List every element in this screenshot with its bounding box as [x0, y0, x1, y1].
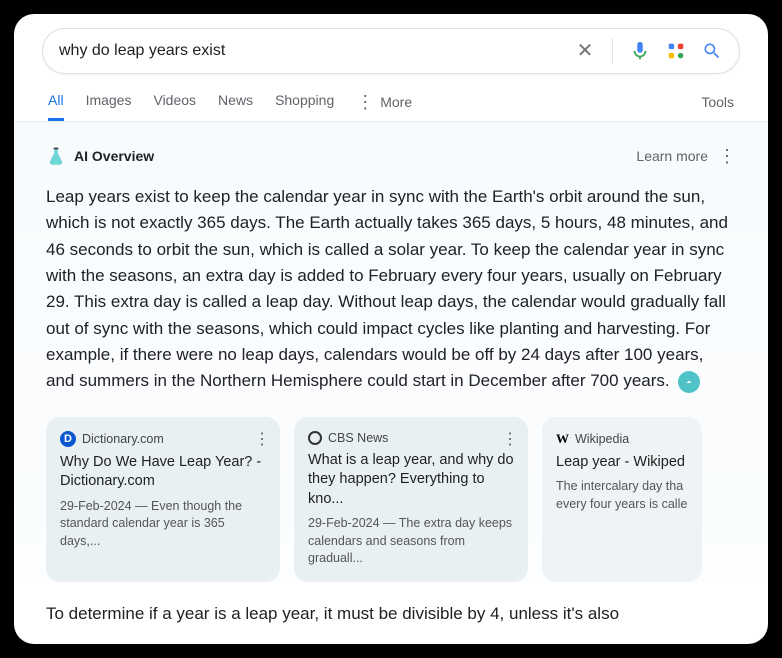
ai-body: Leap years exist to keep the calendar ye… — [46, 187, 728, 390]
mic-icon[interactable] — [629, 40, 651, 62]
search-input[interactable] — [59, 42, 574, 60]
tabs-row: All Images Videos News Shopping ⋮ More T… — [14, 92, 768, 122]
card-source: Dictionary.com — [82, 432, 164, 446]
kebab-icon: ⋮ — [356, 93, 374, 111]
search-bar[interactable]: ✕ — [42, 28, 740, 74]
favicon-icon: W — [556, 431, 569, 447]
tab-shopping[interactable]: Shopping — [275, 92, 334, 121]
ai-overview-text: Leap years exist to keep the calendar ye… — [46, 184, 736, 395]
tab-images[interactable]: Images — [86, 92, 132, 121]
card-title: Why Do We Have Leap Year? - Dictionary.c… — [60, 453, 266, 492]
ai-overview-title: AI Overview — [74, 148, 154, 164]
source-card[interactable]: CBS News ⋮ What is a leap year, and why … — [294, 417, 528, 582]
ai-overview-block: AI Overview Learn more ⋮ Leap years exis… — [14, 122, 768, 582]
kebab-icon[interactable]: ⋮ — [502, 429, 518, 449]
source-cards: D Dictionary.com ⋮ Why Do We Have Leap Y… — [46, 417, 736, 582]
favicon-icon: D — [60, 431, 76, 447]
card-title: Leap year - Wikiped — [556, 453, 688, 473]
clear-icon[interactable]: ✕ — [574, 40, 596, 62]
tab-news[interactable]: News — [218, 92, 253, 121]
collapse-button[interactable] — [678, 371, 700, 393]
tab-videos[interactable]: Videos — [153, 92, 196, 121]
card-title: What is a leap year, and why do they hap… — [308, 451, 514, 510]
card-snippet: 29-Feb-2024 — The extra day keeps calend… — [308, 515, 514, 568]
flask-icon — [46, 146, 66, 166]
kebab-icon[interactable]: ⋮ — [718, 147, 736, 165]
card-snippet: 29-Feb-2024 — Even though the standard c… — [60, 498, 266, 551]
ai-followup-text: To determine if a year is a leap year, i… — [14, 582, 768, 624]
tab-more[interactable]: ⋮ More — [356, 93, 412, 121]
tools-button[interactable]: Tools — [701, 94, 734, 120]
learn-more-link[interactable]: Learn more — [636, 148, 708, 164]
kebab-icon[interactable]: ⋮ — [254, 429, 270, 449]
source-card[interactable]: D Dictionary.com ⋮ Why Do We Have Leap Y… — [46, 417, 280, 582]
source-card[interactable]: W Wikipedia Leap year - Wikiped The inte… — [542, 417, 702, 582]
card-source: CBS News — [328, 431, 388, 445]
card-source: Wikipedia — [575, 432, 629, 446]
favicon-icon — [308, 431, 322, 445]
lens-icon[interactable] — [665, 40, 687, 62]
card-snippet: The intercalary day tha every four years… — [556, 478, 688, 513]
search-icon[interactable] — [701, 40, 723, 62]
tab-all[interactable]: All — [48, 92, 64, 121]
more-label: More — [380, 94, 412, 110]
divider — [612, 38, 613, 64]
